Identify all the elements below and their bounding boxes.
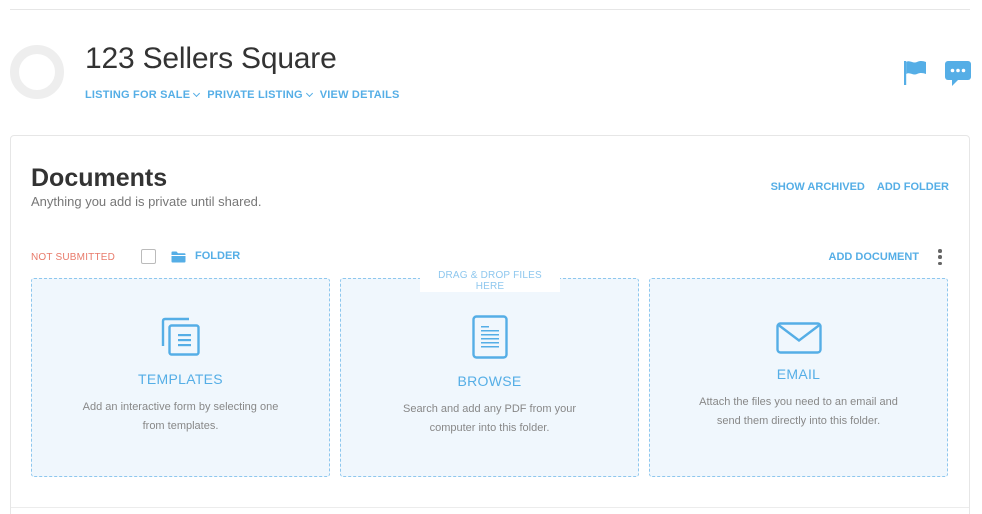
private-listing-dropdown[interactable]: PRIVATE LISTING (207, 89, 313, 101)
chevron-down-icon (305, 89, 313, 98)
status-badge: NOT SUBMITTED (31, 252, 116, 263)
chat-icon[interactable] (944, 59, 972, 87)
templates-icon (161, 317, 201, 362)
listing-title: 123 Sellers Square (85, 42, 337, 75)
view-details-label: VIEW DETAILS (319, 89, 400, 101)
browse-card[interactable]: BROWSE Search and add any PDF from your … (340, 278, 639, 477)
view-details-link[interactable]: VIEW DETAILS (320, 89, 400, 101)
document-icon (471, 315, 508, 364)
envelope-icon (775, 322, 822, 359)
templates-title: TEMPLATES (138, 371, 223, 387)
drag-drop-label: DRAG & DROP FILES HERE (420, 270, 560, 292)
private-listing-label: PRIVATE LISTING (207, 89, 303, 101)
add-folder-button[interactable]: ADD FOLDER (877, 181, 949, 193)
documents-panel: Documents Anything you add is private un… (10, 135, 970, 514)
templates-description: Add an interactive form by selecting one… (82, 401, 279, 432)
top-divider (10, 9, 970, 10)
kebab-dot (938, 249, 942, 253)
listing-avatar (10, 45, 64, 99)
listing-for-sale-label: LISTING FOR SALE (85, 89, 191, 101)
browse-title: BROWSE (457, 373, 522, 389)
listing-sub-links: LISTING FOR SALE PRIVATE LISTING VIEW DE… (85, 89, 408, 101)
email-title: EMAIL (776, 366, 821, 382)
documents-subtitle: Anything you add is private until shared… (31, 194, 262, 209)
add-document-button[interactable]: ADD DOCUMENT (829, 251, 919, 263)
documents-header-links: SHOW ARCHIVED ADD FOLDER (759, 181, 949, 193)
folder-icon (171, 250, 186, 263)
email-card[interactable]: EMAIL Attach the files you need to an em… (649, 278, 948, 477)
show-archived-button[interactable]: SHOW ARCHIVED (771, 181, 865, 193)
kebab-dot (938, 261, 942, 265)
browse-description: Search and add any PDF from your compute… (402, 403, 577, 434)
flag-icon[interactable] (902, 58, 928, 86)
folder-checkbox[interactable] (141, 249, 156, 264)
templates-card[interactable]: TEMPLATES Add an interactive form by sel… (31, 278, 330, 477)
kebab-dot (938, 255, 942, 259)
panel-divider (11, 507, 969, 508)
documents-title: Documents (31, 164, 168, 192)
chevron-down-icon (193, 89, 201, 98)
folder-name[interactable]: FOLDER (195, 250, 240, 262)
listing-for-sale-dropdown[interactable]: LISTING FOR SALE (85, 89, 201, 101)
more-options-icon[interactable] (935, 249, 945, 265)
email-description: Attach the files you need to an email an… (699, 396, 898, 427)
